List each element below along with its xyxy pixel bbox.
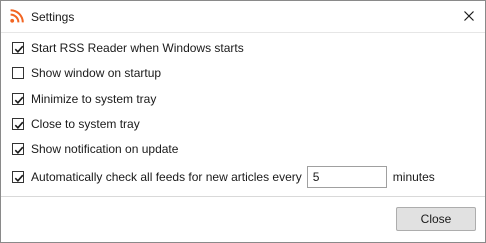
interval-minutes-input[interactable] bbox=[306, 166, 387, 188]
checkbox[interactable] bbox=[12, 143, 24, 155]
option-label: Show window on startup bbox=[31, 66, 162, 80]
checkbox[interactable] bbox=[12, 67, 24, 79]
settings-content: Start RSS Reader when Windows starts Sho… bbox=[1, 33, 485, 194]
option-start-with-windows[interactable]: Start RSS Reader when Windows starts bbox=[12, 39, 244, 57]
checkbox[interactable] bbox=[12, 93, 24, 105]
option-close-to-tray[interactable]: Close to system tray bbox=[12, 115, 140, 133]
close-button[interactable]: Close bbox=[396, 207, 476, 231]
option-label: Show notification on update bbox=[31, 142, 179, 156]
option-show-window-on-startup[interactable]: Show window on startup bbox=[12, 64, 161, 82]
option-label: Close to system tray bbox=[31, 117, 140, 131]
rss-icon bbox=[10, 9, 24, 23]
settings-dialog: Settings Start RSS Reader when Windows s… bbox=[0, 0, 486, 243]
checkbox[interactable] bbox=[12, 171, 24, 183]
option-show-notification[interactable]: Show notification on update bbox=[12, 140, 178, 158]
checkbox[interactable] bbox=[12, 118, 24, 130]
minutes-unit-label: minutes bbox=[392, 170, 435, 184]
dialog-footer: Close bbox=[1, 197, 485, 242]
title-bar: Settings bbox=[1, 1, 485, 32]
option-auto-check-feeds[interactable]: Automatically check all feeds for new ar… bbox=[12, 165, 435, 189]
option-label: Start RSS Reader when Windows starts bbox=[31, 41, 244, 55]
option-label: Automatically check all feeds for new ar… bbox=[31, 170, 302, 184]
window-title: Settings bbox=[31, 10, 75, 24]
checkbox[interactable] bbox=[12, 42, 24, 54]
close-icon[interactable] bbox=[458, 6, 480, 26]
option-minimize-to-tray[interactable]: Minimize to system tray bbox=[12, 90, 156, 108]
option-label: Minimize to system tray bbox=[31, 92, 157, 106]
